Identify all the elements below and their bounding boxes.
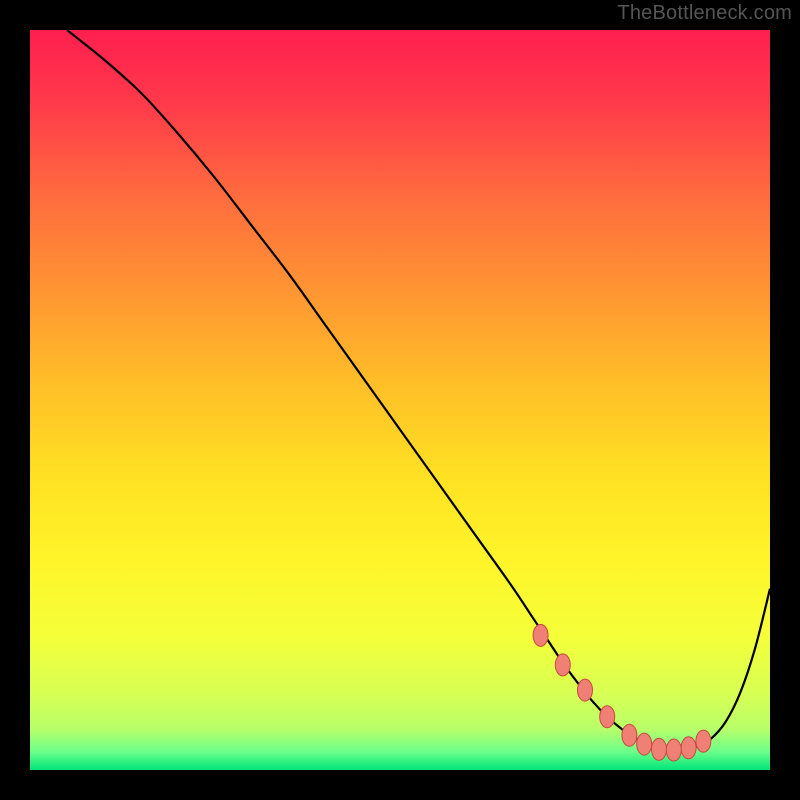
gradient-background [30, 30, 770, 770]
chart-svg [30, 30, 770, 770]
highlight-dot [652, 738, 667, 760]
highlight-dot [696, 730, 711, 752]
plot-area [30, 30, 770, 770]
highlight-dot [666, 739, 681, 761]
watermark-text: TheBottleneck.com [617, 2, 792, 25]
highlight-dot [555, 654, 570, 676]
highlight-dot [622, 724, 637, 746]
chart-stage: TheBottleneck.com [0, 0, 800, 800]
highlight-dot [681, 737, 696, 759]
highlight-dot [600, 706, 615, 728]
highlight-dot [533, 624, 548, 646]
highlight-dot [637, 733, 652, 755]
highlight-dot [578, 679, 593, 701]
